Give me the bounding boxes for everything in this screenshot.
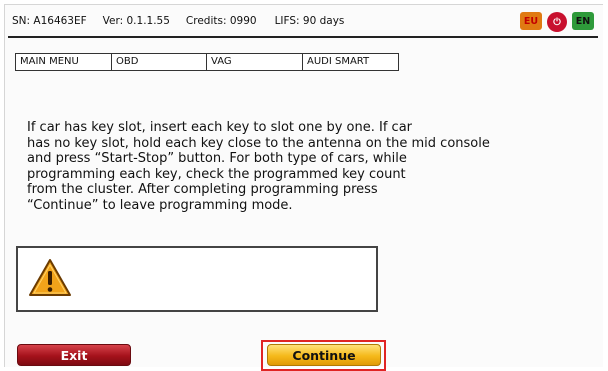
warning-message-box (16, 246, 378, 312)
eu-flag-icon[interactable]: EU (520, 12, 542, 30)
continue-button[interactable]: Continue (267, 344, 381, 366)
lifs-days: LIFS: 90 days (274, 15, 345, 27)
instruction-text: If car has key slot, insert each key to … (27, 120, 490, 213)
breadcrumb-main-menu[interactable]: MAIN MENU (16, 54, 112, 70)
breadcrumb-vag[interactable]: VAG (207, 54, 303, 70)
breadcrumb-obd[interactable]: OBD (112, 54, 207, 70)
warning-icon (29, 259, 71, 296)
flag-group: EU ⏻ EN (520, 12, 594, 32)
en-flag-icon[interactable]: EN (572, 12, 594, 30)
credits: Credits: 0990 (185, 15, 257, 27)
version: Ver: 0.1.1.55 (102, 15, 170, 27)
breadcrumb: MAIN MENU OBD VAG AUDI SMART (15, 53, 399, 71)
status-bar: SN: A16463EF Ver: 0.1.1.55 Credits: 0990… (8, 6, 598, 38)
usb-icon[interactable]: ⏻ (547, 12, 567, 32)
serial-number: SN: A16463EF (12, 15, 87, 27)
exit-button[interactable]: Exit (17, 344, 131, 366)
breadcrumb-audi-smart[interactable]: AUDI SMART (303, 54, 398, 70)
